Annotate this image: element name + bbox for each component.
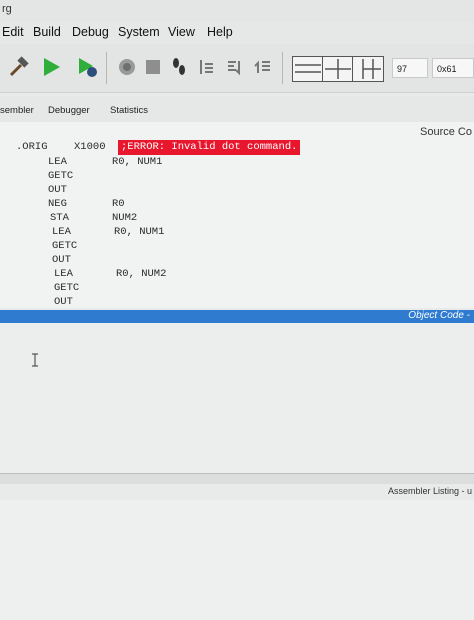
tab-bar: sembler Debugger Statistics (0, 96, 474, 122)
code-arg: R0, NUM1 (114, 226, 165, 238)
layout1-icon[interactable] (292, 56, 324, 82)
value-decimal-field[interactable]: 97 (392, 58, 428, 78)
code-op: STA (50, 212, 69, 224)
code-op: OUT (54, 296, 73, 308)
code-op: OUT (52, 254, 71, 266)
source-editor[interactable]: Source Co .ORIG X1000 ;ERROR: Invalid do… (0, 122, 474, 308)
assembler-listing-pane[interactable] (0, 500, 474, 620)
menu-debug[interactable]: Debug (72, 25, 109, 39)
menu-bar: Edit Build Debug System View Help (0, 22, 474, 44)
object-code-label: Object Code - (408, 310, 470, 321)
run-debug-icon[interactable] (74, 54, 100, 80)
code-op: LEA (52, 226, 71, 238)
code-arg: R0, NUM1 (112, 156, 163, 168)
menu-view[interactable]: View (168, 25, 195, 39)
tab-statistics[interactable]: Statistics (110, 105, 148, 116)
code-arg: NUM2 (112, 212, 138, 224)
error-message: ;ERROR: Invalid dot command. (118, 140, 301, 155)
code-op: GETC (54, 282, 80, 294)
menu-help[interactable]: Help (207, 25, 233, 39)
footprints-icon[interactable] (166, 54, 192, 80)
text-cursor-icon (32, 353, 38, 367)
pane-splitter[interactable] (0, 473, 474, 484)
step-icon[interactable] (114, 54, 140, 80)
layout3-icon[interactable] (352, 56, 384, 82)
code-op: NEG (48, 198, 67, 210)
code-op: LEA (48, 156, 67, 168)
hammer-icon[interactable] (6, 54, 32, 80)
code-op: GETC (52, 240, 78, 252)
step-out-icon[interactable] (250, 54, 276, 80)
stop-icon[interactable] (140, 54, 166, 80)
assembler-listing-label: Assembler Listing - u (387, 486, 472, 496)
step-into-icon[interactable] (194, 54, 220, 80)
code-op: OUT (48, 184, 67, 196)
menu-system[interactable]: System (118, 25, 160, 39)
tab-assembler[interactable]: sembler (0, 105, 34, 116)
menu-edit[interactable]: Edit (2, 25, 24, 39)
menu-build[interactable]: Build (33, 25, 61, 39)
object-code-pane[interactable] (0, 323, 474, 473)
source-code-label: Source Co (420, 126, 472, 138)
object-code-header[interactable]: Object Code - (0, 310, 474, 323)
code-arg: R0 (112, 198, 125, 210)
code-arg: R0, NUM2 (116, 268, 167, 280)
run-icon[interactable] (38, 54, 64, 80)
code-op: LEA (54, 268, 73, 280)
code-op: .ORIG (16, 141, 48, 153)
code-arg: X1000 (74, 141, 106, 153)
step-over-icon[interactable] (222, 54, 248, 80)
window-title: rg (2, 3, 12, 15)
title-bar: rg (0, 0, 474, 22)
value-hex-field[interactable]: 0x61 (432, 58, 474, 78)
tab-debugger[interactable]: Debugger (48, 105, 90, 116)
code-op: GETC (48, 170, 74, 182)
layout2-icon[interactable] (322, 56, 354, 82)
